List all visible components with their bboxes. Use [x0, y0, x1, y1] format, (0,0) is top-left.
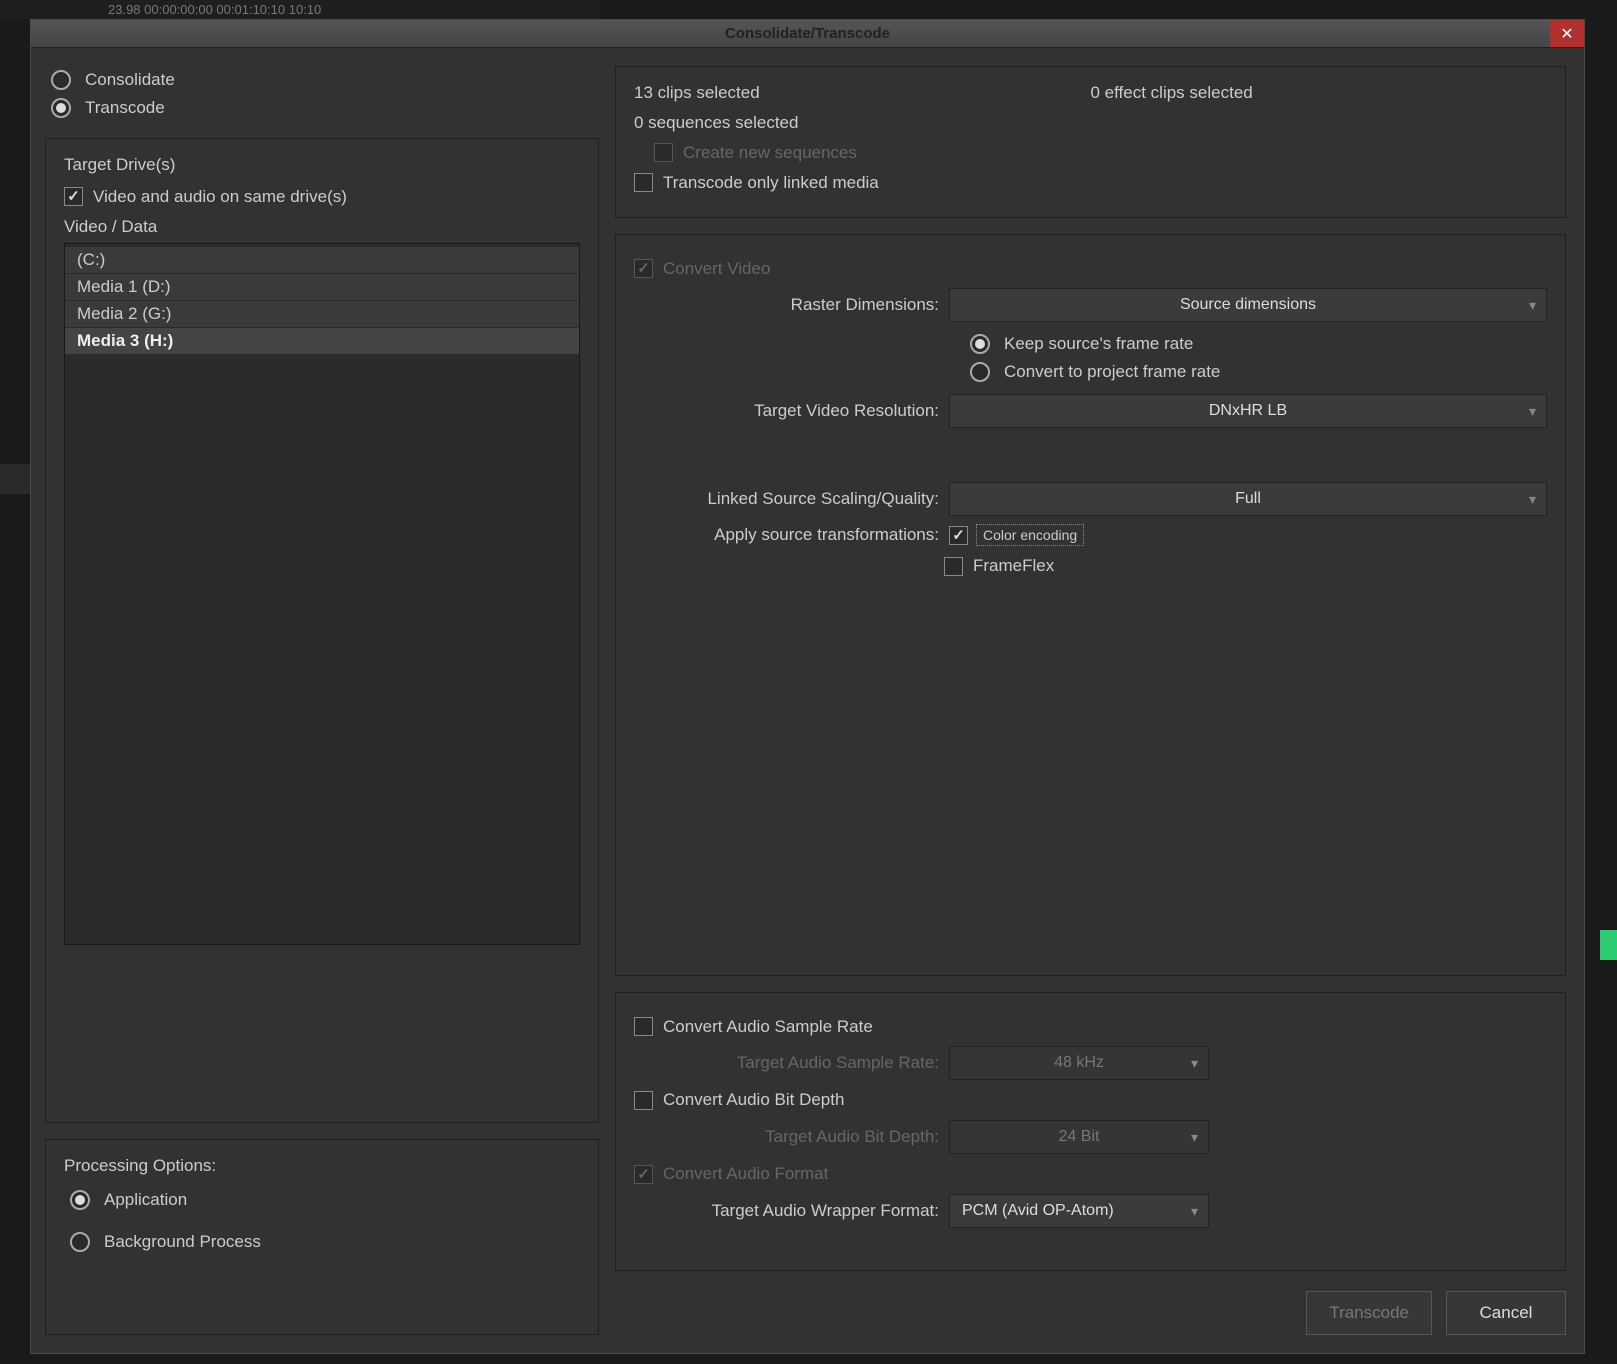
- radio-icon: [51, 70, 71, 90]
- linked-source-scaling-select[interactable]: Full: [949, 482, 1547, 516]
- radio-icon: [70, 1232, 90, 1252]
- color-encoding-checkbox[interactable]: [949, 526, 968, 545]
- raster-dimensions-select[interactable]: Source dimensions: [949, 288, 1547, 322]
- video-panel: Convert Video Raster Dimensions: Source …: [615, 234, 1566, 976]
- keep-source-fps-row[interactable]: Keep source's frame rate: [964, 330, 1547, 358]
- processing-options-panel: Processing Options: Application Backgrou…: [45, 1139, 599, 1335]
- audio-bit-depth-label: Target Audio Bit Depth:: [634, 1127, 949, 1147]
- same-drive-checkbox-row[interactable]: Video and audio on same drive(s): [64, 185, 580, 209]
- color-encoding-label: Color encoding: [976, 524, 1084, 546]
- same-drive-label: Video and audio on same drive(s): [93, 185, 347, 209]
- transcode-radio-row[interactable]: Transcode: [45, 94, 599, 122]
- dialog-title: Consolidate/Transcode: [31, 25, 1584, 42]
- target-video-resolution-row: Target Video Resolution: DNxHR LB: [634, 394, 1547, 428]
- checkbox-icon: [634, 1017, 653, 1036]
- audio-wrapper-format-label: Target Audio Wrapper Format:: [634, 1201, 949, 1221]
- checkbox-icon: [654, 143, 673, 162]
- mode-group: Consolidate Transcode: [45, 66, 599, 122]
- transcode-linked-only-row[interactable]: Transcode only linked media: [634, 171, 1547, 195]
- create-new-sequences-row: Create new sequences: [654, 141, 1547, 165]
- convert-project-fps-row[interactable]: Convert to project frame rate: [964, 358, 1547, 386]
- convert-audio-format-label: Convert Audio Format: [663, 1162, 828, 1186]
- convert-video-row: Convert Video: [634, 257, 1547, 281]
- keep-source-fps-label: Keep source's frame rate: [1004, 334, 1193, 354]
- target-drives-heading: Target Drive(s): [64, 155, 580, 175]
- consolidate-radio-row[interactable]: Consolidate: [45, 66, 599, 94]
- drive-item[interactable]: Media 3 (H:): [65, 328, 579, 354]
- checkbox-icon: [944, 557, 963, 576]
- consolidate-transcode-dialog: Consolidate/Transcode ✕ Consolidate Tran…: [30, 19, 1585, 1354]
- convert-audio-format-row: Convert Audio Format: [634, 1162, 1547, 1186]
- close-icon: ✕: [1560, 24, 1573, 44]
- raster-dimensions-row: Raster Dimensions: Source dimensions: [634, 288, 1547, 322]
- dialog-button-row: Transcode Cancel: [615, 1287, 1566, 1335]
- create-new-sequences-label: Create new sequences: [683, 141, 857, 165]
- titlebar: Consolidate/Transcode ✕: [31, 20, 1584, 48]
- radio-icon: [970, 334, 990, 354]
- drive-item[interactable]: Media 1 (D:): [65, 274, 579, 300]
- apply-source-transformations-row: Apply source transformations: Color enco…: [634, 524, 1547, 546]
- clips-selected: 13 clips selected: [634, 83, 1091, 103]
- processing-heading: Processing Options:: [64, 1156, 580, 1176]
- processing-application-label: Application: [104, 1190, 187, 1210]
- bg-strip: [0, 464, 30, 494]
- audio-sample-rate-label: Target Audio Sample Rate:: [634, 1053, 949, 1073]
- checkbox-icon: [634, 173, 653, 192]
- selection-info-grid: 13 clips selected 0 effect clips selecte…: [634, 83, 1547, 133]
- checkbox-icon: [64, 187, 83, 206]
- convert-project-fps-label: Convert to project frame rate: [1004, 362, 1220, 382]
- radio-icon: [51, 98, 71, 118]
- processing-background-row[interactable]: Background Process: [64, 1228, 580, 1256]
- processing-application-row[interactable]: Application: [64, 1186, 580, 1214]
- target-video-resolution-select[interactable]: DNxHR LB: [949, 394, 1547, 428]
- transcode-linked-only-label: Transcode only linked media: [663, 171, 879, 195]
- convert-audio-sample-rate-label: Convert Audio Sample Rate: [663, 1015, 873, 1039]
- convert-audio-sample-rate-row[interactable]: Convert Audio Sample Rate: [634, 1015, 1547, 1039]
- processing-background-label: Background Process: [104, 1232, 261, 1252]
- target-video-resolution-label: Target Video Resolution:: [634, 401, 949, 421]
- linked-source-scaling-row: Linked Source Scaling/Quality: Full: [634, 482, 1547, 516]
- frameflex-row[interactable]: FrameFlex: [944, 554, 1547, 578]
- frameflex-label: FrameFlex: [973, 554, 1054, 578]
- convert-audio-bit-depth-row[interactable]: Convert Audio Bit Depth: [634, 1088, 1547, 1112]
- checkbox-icon: [634, 1165, 653, 1184]
- convert-audio-bit-depth-label: Convert Audio Bit Depth: [663, 1088, 844, 1112]
- transcode-label: Transcode: [85, 98, 165, 118]
- drive-item[interactable]: Media 2 (G:): [65, 301, 579, 327]
- background-timecode: 23.98 00:00:00:00 00:01:10:10 10:10: [0, 0, 600, 19]
- right-column: 13 clips selected 0 effect clips selecte…: [615, 66, 1566, 1335]
- checkbox-icon: [634, 1091, 653, 1110]
- dialog-body: Consolidate Transcode Target Drive(s) Vi…: [31, 48, 1584, 1353]
- audio-panel: Convert Audio Sample Rate Target Audio S…: [615, 992, 1566, 1271]
- target-drives-panel: Target Drive(s) Video and audio on same …: [45, 138, 599, 1123]
- consolidate-label: Consolidate: [85, 70, 175, 90]
- drive-item[interactable]: (C:): [65, 247, 579, 273]
- transcode-button[interactable]: Transcode: [1306, 1291, 1432, 1335]
- audio-sample-rate-row: Target Audio Sample Rate: 48 kHz: [634, 1046, 1547, 1080]
- close-button[interactable]: ✕: [1550, 20, 1584, 47]
- radio-icon: [970, 362, 990, 382]
- raster-dimensions-label: Raster Dimensions:: [634, 295, 949, 315]
- audio-wrapper-format-row: Target Audio Wrapper Format: PCM (Avid O…: [634, 1194, 1547, 1228]
- convert-video-label: Convert Video: [663, 257, 770, 281]
- effect-clips-selected: 0 effect clips selected: [1091, 83, 1548, 103]
- drive-list[interactable]: (C:) Media 1 (D:) Media 2 (G:) Media 3 (…: [64, 243, 580, 945]
- audio-wrapper-format-select[interactable]: PCM (Avid OP-Atom): [949, 1194, 1209, 1228]
- audio-bit-depth-select: 24 Bit: [949, 1120, 1209, 1154]
- sequences-selected: 0 sequences selected: [634, 113, 1091, 133]
- video-data-heading: Video / Data: [64, 217, 580, 237]
- radio-icon: [70, 1190, 90, 1210]
- audio-bit-depth-row: Target Audio Bit Depth: 24 Bit: [634, 1120, 1547, 1154]
- linked-source-scaling-label: Linked Source Scaling/Quality:: [634, 489, 949, 509]
- checkbox-icon: [634, 259, 653, 278]
- left-column: Consolidate Transcode Target Drive(s) Vi…: [45, 66, 599, 1335]
- audio-sample-rate-select: 48 kHz: [949, 1046, 1209, 1080]
- selection-info-panel: 13 clips selected 0 effect clips selecte…: [615, 66, 1566, 218]
- cancel-button[interactable]: Cancel: [1446, 1291, 1566, 1335]
- bg-accent: [1600, 930, 1617, 960]
- apply-source-transformations-label: Apply source transformations:: [634, 525, 949, 545]
